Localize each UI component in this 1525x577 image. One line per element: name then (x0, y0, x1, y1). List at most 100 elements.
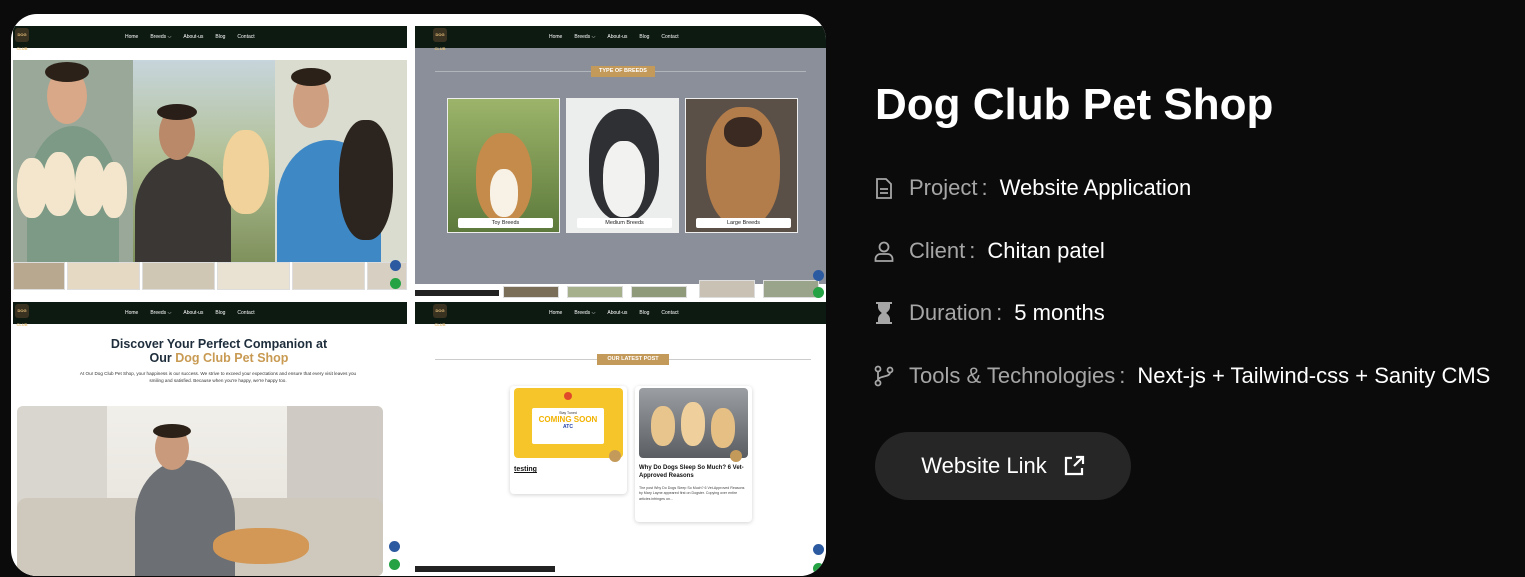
nav-link-blog[interactable]: Blog (215, 34, 225, 40)
gallery-thumb-1[interactable] (13, 262, 65, 290)
git-branch-icon (873, 365, 895, 387)
nav-link-contact[interactable]: Contact (237, 310, 254, 316)
gallery-thumb-2[interactable] (67, 262, 140, 290)
hourglass-icon (873, 302, 895, 324)
gallery-thumb-d[interactable] (699, 280, 755, 298)
nav-link-about[interactable]: About-us (607, 310, 627, 316)
blog-section-tag: OUR LATEST POST (597, 354, 669, 365)
project-type-row: Project: Website Application (873, 175, 1191, 201)
hero-heading: Discover Your Perfect Companion at Our D… (59, 337, 379, 365)
nav-link-home[interactable]: Home (125, 310, 138, 316)
site-navbar: DOG CLUB Home Breeds ⌵ About-us Blog Con… (415, 26, 826, 51)
phone-call-icon[interactable] (813, 270, 824, 281)
nav-link-home[interactable]: Home (549, 310, 562, 316)
nav-link-breeds[interactable]: Breeds ⌵ (574, 34, 595, 40)
nav-link-contact[interactable]: Contact (661, 310, 678, 316)
post-excerpt: The post Why Do Dogs Sleep So Much? 6 Ve… (639, 486, 745, 501)
website-link-label: Website Link (921, 453, 1047, 478)
site-logo: DOG CLUB (15, 28, 29, 51)
nav-link-home[interactable]: Home (125, 34, 138, 40)
gallery-thumb-b[interactable] (567, 286, 623, 298)
duration-value: 5 months (1014, 300, 1105, 325)
nav-link-blog[interactable]: Blog (215, 310, 225, 316)
whatsapp-icon[interactable] (813, 287, 824, 298)
preview-breeds-section: DOG CLUB Home Breeds ⌵ About-us Blog Con… (415, 26, 826, 298)
phone-call-icon[interactable] (389, 541, 400, 552)
whatsapp-icon[interactable] (389, 559, 400, 570)
website-link-button[interactable]: Website Link (875, 432, 1131, 500)
photo-man-with-corgi-on-sofa (17, 406, 383, 576)
nav-link-about[interactable]: About-us (183, 310, 203, 316)
user-icon (873, 240, 895, 262)
hero-heading-line2: Our Dog Club Pet Shop (149, 351, 289, 365)
pin-icon (564, 392, 572, 400)
preview-home-gallery: DOG CLUB Home Breeds ⌵ About-us Blog Con… (13, 26, 407, 298)
site-nav-links: Home Breeds ⌵ About-us Blog Contact (125, 310, 255, 316)
read-more-arrow-icon[interactable] (730, 450, 742, 462)
client-row: Client: Chitan patel (873, 238, 1105, 264)
preview-latest-posts: DOG CLUB Home Breeds ⌵ About-us Blog Con… (415, 302, 826, 576)
preview-about-hero: DOG CLUB Home Breeds ⌵ About-us Blog Con… (13, 302, 407, 576)
document-icon (873, 177, 895, 199)
sign-big-text: COMING SOON (538, 415, 598, 424)
nav-link-contact[interactable]: Contact (661, 34, 678, 40)
sign-brand-text: ATC (563, 424, 573, 430)
hero-description: At Our Dog Club Pet Shop, your happiness… (79, 371, 357, 383)
coming-soon-sign: Stay Tuned COMING SOON ATC (532, 408, 604, 444)
post-title[interactable]: Why Do Dogs Sleep So Much? 6 Vet-Approve… (639, 464, 749, 480)
photo-man-with-lab-puppy (133, 60, 275, 262)
site-navbar: DOG CLUB Home Breeds ⌵ About-us Blog Con… (13, 26, 407, 51)
sign-small-text: Stay Tuned (559, 411, 577, 415)
gallery-thumb-5[interactable] (292, 262, 365, 290)
duration-label: Duration (909, 300, 993, 325)
status-url-bar (415, 290, 499, 296)
blog-post-card-1[interactable]: Stay Tuned COMING SOON ATC testing (510, 386, 627, 494)
external-link-icon (1064, 455, 1084, 476)
hero-heading-accent: Dog Club Pet Shop (175, 351, 289, 365)
read-more-arrow-icon[interactable] (609, 450, 621, 462)
nav-link-about[interactable]: About-us (607, 34, 627, 40)
hero-heading-line1: Discover Your Perfect Companion at (110, 337, 328, 351)
site-logo: DOG CLUB (433, 28, 447, 51)
gallery-thumb-a[interactable] (503, 286, 559, 298)
nav-link-blog[interactable]: Blog (639, 34, 649, 40)
nav-link-home[interactable]: Home (549, 34, 562, 40)
post-image-sleeping-puppies (639, 388, 748, 462)
blog-post-card-2[interactable]: Why Do Dogs Sleep So Much? 6 Vet-Approve… (635, 386, 752, 522)
nav-link-about[interactable]: About-us (183, 34, 203, 40)
phone-call-icon[interactable] (390, 260, 401, 271)
breed-label-large: Large Breeds (696, 218, 791, 228)
gallery-thumb-e[interactable] (763, 280, 819, 298)
project-preview-collage[interactable]: DOG CLUB Home Breeds ⌵ About-us Blog Con… (11, 14, 826, 576)
breed-label-medium: Medium Breeds (577, 218, 672, 228)
phone-call-icon[interactable] (813, 544, 824, 555)
nav-link-contact[interactable]: Contact (237, 34, 254, 40)
breeds-section-tag: TYPE OF BREEDS (591, 66, 655, 77)
site-logo: DOG CLUB (15, 304, 29, 327)
gallery-thumb-3[interactable] (142, 262, 215, 290)
breed-label-toy: Toy Breeds (458, 218, 553, 228)
tools-value: Next-js + Tailwind-css + Sanity CMS (1137, 363, 1491, 388)
gallery-thumb-c[interactable] (631, 286, 687, 298)
whatsapp-icon[interactable] (390, 278, 401, 289)
nav-link-breeds[interactable]: Breeds ⌵ (150, 34, 171, 40)
breed-card-medium[interactable]: Medium Breeds (566, 98, 679, 233)
nav-link-breeds[interactable]: Breeds ⌵ (574, 310, 595, 316)
site-nav-links: Home Breeds ⌵ About-us Blog Contact (549, 310, 679, 316)
tools-row: Tools & Technologies: Next-js + Tailwind… (873, 363, 1490, 389)
site-navbar: DOG CLUB Home Breeds ⌵ About-us Blog Con… (415, 302, 826, 327)
tools-label: Tools & Technologies (909, 363, 1116, 388)
post-title[interactable]: testing (514, 466, 537, 473)
gallery-thumb-6[interactable] (367, 262, 407, 290)
breed-card-large[interactable]: Large Breeds (685, 98, 798, 233)
site-navbar: DOG CLUB Home Breeds ⌵ About-us Blog Con… (13, 302, 407, 327)
nav-link-breeds[interactable]: Breeds ⌵ (150, 310, 171, 316)
project-type-label: Project (909, 175, 978, 200)
post-image-coming-soon: Stay Tuned COMING SOON ATC (514, 388, 623, 462)
whatsapp-icon[interactable] (813, 563, 824, 574)
project-title: Dog Club Pet Shop (875, 80, 1274, 129)
breed-card-toy[interactable]: Toy Breeds (447, 98, 560, 233)
gallery-thumb-4[interactable] (217, 262, 290, 290)
site-logo: DOG CLUB (433, 304, 447, 327)
nav-link-blog[interactable]: Blog (639, 310, 649, 316)
